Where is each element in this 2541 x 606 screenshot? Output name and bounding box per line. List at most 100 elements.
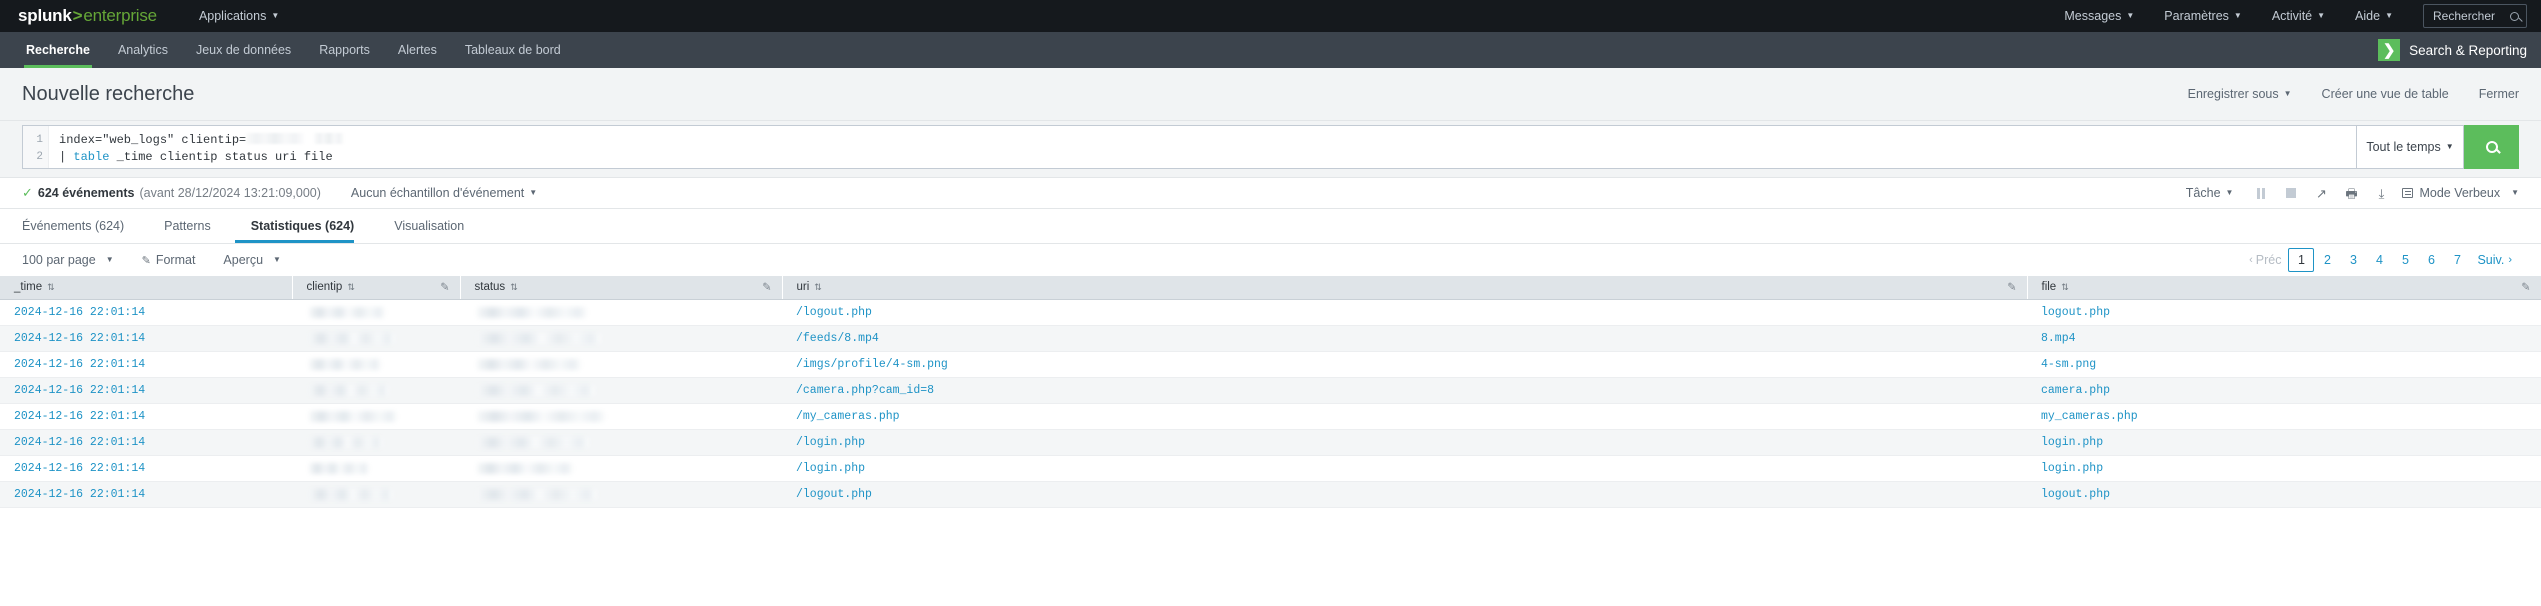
- splunk-logo[interactable]: splunk > enterprise: [18, 6, 157, 26]
- cell-status[interactable]: [460, 325, 782, 352]
- cell-status[interactable]: [460, 455, 782, 482]
- cell-status[interactable]: [460, 299, 782, 326]
- global-search-input[interactable]: Rechercher: [2423, 4, 2527, 28]
- preview-selector[interactable]: Aperçu ▼: [223, 253, 281, 267]
- cell-file[interactable]: login.php: [2027, 455, 2541, 482]
- topnav-settings[interactable]: Paramètres ▼: [2164, 3, 2242, 29]
- table-row[interactable]: 2024-12-16 22:01:14 /my_cameras.php my_c…: [0, 403, 2541, 430]
- pencil-icon[interactable]: ✎: [440, 281, 449, 294]
- table-row[interactable]: 2024-12-16 22:01:14 /logout.php logout.p…: [0, 299, 2541, 326]
- cell-file[interactable]: 8.mp4: [2027, 325, 2541, 352]
- cell-clientip[interactable]: [292, 351, 460, 378]
- cell-uri[interactable]: /login.php: [782, 429, 2027, 456]
- cell-clientip[interactable]: [292, 325, 460, 352]
- cell-uri[interactable]: /logout.php: [782, 481, 2027, 508]
- topnav-activity[interactable]: Activité ▼: [2272, 3, 2325, 29]
- close-button[interactable]: Fermer: [2479, 87, 2519, 101]
- topnav-applications[interactable]: Applications ▼: [199, 3, 279, 29]
- pagination-page-2[interactable]: 2: [2314, 248, 2340, 272]
- search-query-text[interactable]: index="web_logs" clientip= | table _time…: [49, 126, 2356, 168]
- column-header-clientip[interactable]: clientip ⇅ ✎: [292, 276, 461, 300]
- pencil-icon[interactable]: ✎: [2521, 281, 2530, 294]
- pagination-page-1[interactable]: 1: [2288, 248, 2315, 272]
- cell-time[interactable]: 2024-12-16 22:01:14: [0, 325, 292, 352]
- cell-file[interactable]: 4-sm.png: [2027, 351, 2541, 378]
- pause-button[interactable]: [2246, 182, 2276, 204]
- cell-uri[interactable]: /login.php: [782, 455, 2027, 482]
- topnav-messages[interactable]: Messages ▼: [2064, 3, 2134, 29]
- cell-status[interactable]: [460, 429, 782, 456]
- table-row[interactable]: 2024-12-16 22:01:14 /login.php login.php: [0, 455, 2541, 482]
- cell-clientip[interactable]: [292, 299, 460, 326]
- pencil-icon[interactable]: ✎: [762, 281, 771, 294]
- pagination-next[interactable]: Suiv. ›: [2470, 248, 2519, 272]
- cell-clientip[interactable]: [292, 481, 460, 508]
- cell-clientip[interactable]: [292, 377, 460, 404]
- event-sampling-selector[interactable]: Aucun échantillon d'événement ▼: [351, 186, 537, 200]
- topnav-help[interactable]: Aide ▼: [2355, 3, 2393, 29]
- cell-status[interactable]: [460, 351, 782, 378]
- cell-file[interactable]: logout.php: [2027, 299, 2541, 326]
- export-button[interactable]: ⤓: [2366, 182, 2396, 204]
- app-tab-analytics[interactable]: Analytics: [104, 32, 182, 68]
- table-row[interactable]: 2024-12-16 22:01:14 /logout.php logout.p…: [0, 481, 2541, 508]
- time-range-picker[interactable]: Tout le temps ▼: [2356, 125, 2464, 169]
- save-as-button[interactable]: Enregistrer sous ▼: [2188, 87, 2292, 101]
- tab-statistiques[interactable]: Statistiques (624): [234, 209, 371, 243]
- cell-time[interactable]: 2024-12-16 22:01:14: [0, 351, 292, 378]
- cell-time[interactable]: 2024-12-16 22:01:14: [0, 299, 292, 326]
- cell-time[interactable]: 2024-12-16 22:01:14: [0, 455, 292, 482]
- cell-uri[interactable]: /imgs/profile/4-sm.png: [782, 351, 2027, 378]
- cell-file[interactable]: logout.php: [2027, 481, 2541, 508]
- pagination-page-6[interactable]: 6: [2418, 248, 2444, 272]
- job-menu-button[interactable]: Tâche ▼: [2173, 186, 2247, 200]
- column-header-uri[interactable]: uri ⇅ ✎: [782, 276, 2028, 300]
- pagination-page-4[interactable]: 4: [2366, 248, 2392, 272]
- current-app-indicator[interactable]: ❯ Search & Reporting: [2378, 32, 2527, 68]
- create-table-view-button[interactable]: Créer une vue de table: [2322, 87, 2449, 101]
- pagination-page-5[interactable]: 5: [2392, 248, 2418, 272]
- run-search-button[interactable]: [2464, 125, 2519, 169]
- column-header-status[interactable]: status ⇅ ✎: [460, 276, 783, 300]
- table-row[interactable]: 2024-12-16 22:01:14 /feeds/8.mp4 8.mp4: [0, 325, 2541, 352]
- cell-status[interactable]: [460, 403, 782, 430]
- cell-file[interactable]: login.php: [2027, 429, 2541, 456]
- tab-visualisation[interactable]: Visualisation: [378, 209, 480, 243]
- cell-uri[interactable]: /camera.php?cam_id=8: [782, 377, 2027, 404]
- app-tab-recherche[interactable]: Recherche: [12, 32, 104, 68]
- cell-clientip[interactable]: [292, 429, 460, 456]
- cell-uri[interactable]: /logout.php: [782, 299, 2027, 326]
- app-tab-rapports[interactable]: Rapports: [305, 32, 384, 68]
- tab-patterns[interactable]: Patterns: [148, 209, 227, 243]
- print-button[interactable]: 🖶: [2336, 182, 2366, 204]
- rows-per-page-selector[interactable]: 100 par page ▼: [22, 253, 114, 267]
- table-row[interactable]: 2024-12-16 22:01:14 /imgs/profile/4-sm.p…: [0, 351, 2541, 378]
- tab-evenements[interactable]: Événements (624): [22, 209, 140, 243]
- app-tab-tableaux-de-bord[interactable]: Tableaux de bord: [451, 32, 575, 68]
- search-mode-selector[interactable]: Mode Verbeux ▼: [2396, 186, 2519, 200]
- cell-status[interactable]: [460, 481, 782, 508]
- share-button[interactable]: ↗: [2306, 182, 2336, 204]
- pagination-prev[interactable]: ‹ Préc: [2242, 248, 2288, 272]
- pagination-page-3[interactable]: 3: [2340, 248, 2366, 272]
- cell-clientip[interactable]: [292, 455, 460, 482]
- pencil-icon[interactable]: ✎: [2007, 281, 2016, 294]
- app-tab-jeux-de-donnees[interactable]: Jeux de données: [182, 32, 305, 68]
- search-query-editor[interactable]: 12 index="web_logs" clientip= | table _t…: [22, 125, 2356, 169]
- cell-time[interactable]: 2024-12-16 22:01:14: [0, 429, 292, 456]
- cell-file[interactable]: my_cameras.php: [2027, 403, 2541, 430]
- cell-file[interactable]: camera.php: [2027, 377, 2541, 404]
- format-button[interactable]: ✎ Format: [142, 253, 196, 267]
- table-row[interactable]: 2024-12-16 22:01:14 /camera.php?cam_id=8…: [0, 377, 2541, 404]
- cell-uri[interactable]: /my_cameras.php: [782, 403, 2027, 430]
- cell-time[interactable]: 2024-12-16 22:01:14: [0, 481, 292, 508]
- cell-status[interactable]: [460, 377, 782, 404]
- cell-time[interactable]: 2024-12-16 22:01:14: [0, 377, 292, 404]
- app-tab-alertes[interactable]: Alertes: [384, 32, 451, 68]
- column-header-time[interactable]: _time ⇅: [0, 276, 293, 300]
- table-row[interactable]: 2024-12-16 22:01:14 /login.php login.php: [0, 429, 2541, 456]
- cell-time[interactable]: 2024-12-16 22:01:14: [0, 403, 292, 430]
- stop-button[interactable]: [2276, 182, 2306, 204]
- column-header-file[interactable]: file ⇅ ✎: [2027, 276, 2541, 300]
- cell-uri[interactable]: /feeds/8.mp4: [782, 325, 2027, 352]
